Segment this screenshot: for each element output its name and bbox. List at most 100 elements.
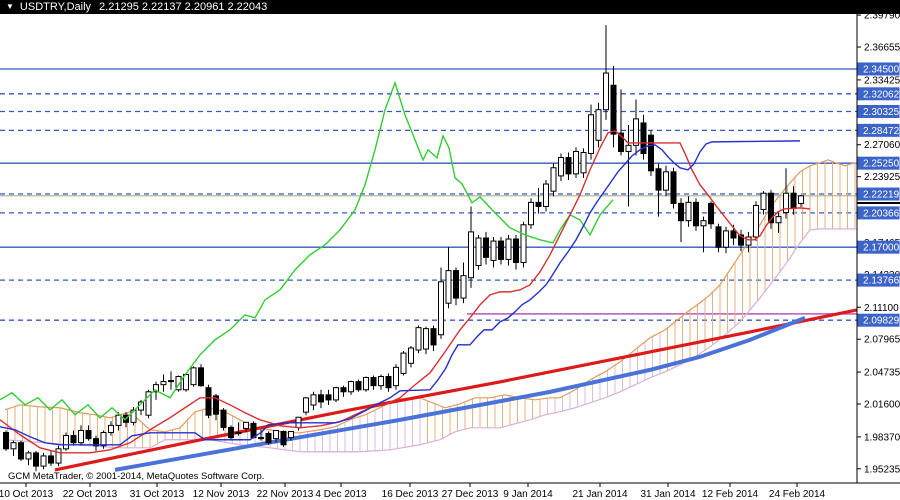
candle [453, 267, 459, 306]
candle [768, 190, 774, 229]
price-level-label: 2.25250 [863, 159, 900, 170]
date-tick-label: 27 Dec 2013 [442, 489, 499, 500]
candle [55, 445, 62, 467]
date-tick-label: 22 Nov 2013 [257, 489, 314, 500]
date-tick-label: 31 Jan 2014 [640, 489, 695, 500]
price-level-label: 2.22219 [863, 190, 900, 201]
candle [475, 234, 482, 270]
candle [595, 102, 602, 148]
candle [685, 196, 692, 227]
candle [558, 153, 564, 181]
price-level-label: 2.32062 [863, 89, 900, 100]
candle [543, 179, 549, 212]
candle [760, 191, 767, 215]
date-tick-label: 21 Jan 2014 [572, 489, 627, 500]
candle [333, 386, 339, 402]
price-tick-label: 2.07965 [864, 335, 900, 346]
candle [663, 165, 669, 197]
candle [205, 384, 212, 419]
price-tick-label: 2.01600 [864, 400, 900, 411]
candle [633, 99, 639, 156]
candle [618, 89, 624, 156]
candle [670, 167, 677, 209]
candle [678, 198, 684, 243]
ichimoku-cloud [4, 159, 857, 453]
candle [520, 221, 527, 268]
candle [355, 379, 362, 392]
candle [325, 389, 332, 406]
last-price-marker [857, 202, 900, 204]
candle [363, 376, 369, 392]
candle [280, 430, 287, 447]
candle [490, 236, 497, 268]
candle [445, 247, 452, 309]
price-tick-label: 2.33425 [864, 75, 900, 86]
candle [415, 325, 422, 354]
candle [400, 351, 407, 376]
price-level-label: 2.09829 [863, 316, 900, 327]
candle [340, 385, 347, 397]
candle [378, 374, 384, 390]
candle [783, 168, 789, 219]
candle [25, 450, 32, 466]
candle [565, 152, 572, 180]
candle [18, 440, 24, 462]
date-tick-label: 31 Oct 2013 [130, 489, 185, 500]
date-tick-label: 22 Oct 2013 [63, 489, 118, 500]
time-axis: 10 Oct 2013 22 Oct 2013 31 Oct 2013 12 Nov … [0, 482, 900, 500]
candle [385, 373, 392, 392]
date-tick-label: 9 Jan 2014 [503, 489, 553, 500]
candle [198, 364, 204, 387]
date-tick-label: 12 Nov 2013 [193, 489, 250, 500]
candle [63, 432, 69, 451]
candle [10, 440, 17, 456]
horizontal-level-lines [0, 68, 857, 321]
candle [370, 375, 377, 390]
candle [505, 234, 512, 266]
price-level-label: 2.28472 [863, 126, 900, 137]
candle [393, 364, 399, 390]
candle [310, 391, 317, 411]
candle [460, 262, 467, 304]
candle [603, 25, 609, 120]
candle [408, 345, 414, 368]
candle [33, 450, 39, 472]
candles-series [3, 25, 804, 472]
price-tick-label: 1.95235 [864, 464, 900, 475]
candle [738, 229, 744, 252]
price-level-label: 2.17000 [863, 243, 900, 254]
date-tick-label: 12 Feb 2014 [702, 489, 759, 500]
candle [190, 366, 197, 387]
candle [483, 231, 489, 265]
candle [438, 267, 444, 339]
price-axis: 2.397902.366552.334252.270602.239252.174… [856, 11, 900, 500]
candle [535, 188, 542, 214]
candle [318, 389, 324, 409]
candle [723, 226, 729, 254]
candle [588, 104, 594, 160]
candle [303, 396, 309, 416]
candle [640, 114, 647, 160]
price-level-label: 2.13766 [863, 276, 900, 287]
chart-canvas[interactable]: GCM MetaTrader, © 2001-2014, MetaQuotes … [0, 0, 900, 500]
candle [168, 371, 174, 390]
price-tick-label: 2.11100 [864, 303, 899, 314]
candle [550, 163, 557, 197]
candle [160, 374, 167, 392]
date-tick-label: 10 Oct 2013 [0, 489, 54, 500]
candle [48, 450, 54, 467]
price-level-label: 2.30325 [863, 107, 900, 118]
date-tick-label: 24 Feb 2014 [769, 489, 826, 500]
candle [40, 452, 47, 470]
price-tick-label: 2.23925 [864, 172, 900, 183]
plot-area: GCM MetaTrader, © 2001-2014, MetaQuotes … [0, 25, 857, 482]
candle [468, 206, 474, 288]
price-tick-label: 2.36655 [864, 43, 900, 54]
price-level-label: 2.20366 [863, 208, 900, 219]
mt4-chart-window: ▼ USDTRY,Daily 2.21295 2.22137 2.20961 2.2… [0, 0, 900, 500]
candle [265, 431, 272, 445]
candle [610, 65, 617, 148]
price-tick-label: 2.27060 [864, 140, 900, 151]
copyright-text: GCM MetaTrader, © 2001-2014, MetaQuotes … [8, 471, 264, 482]
candle [348, 380, 354, 395]
